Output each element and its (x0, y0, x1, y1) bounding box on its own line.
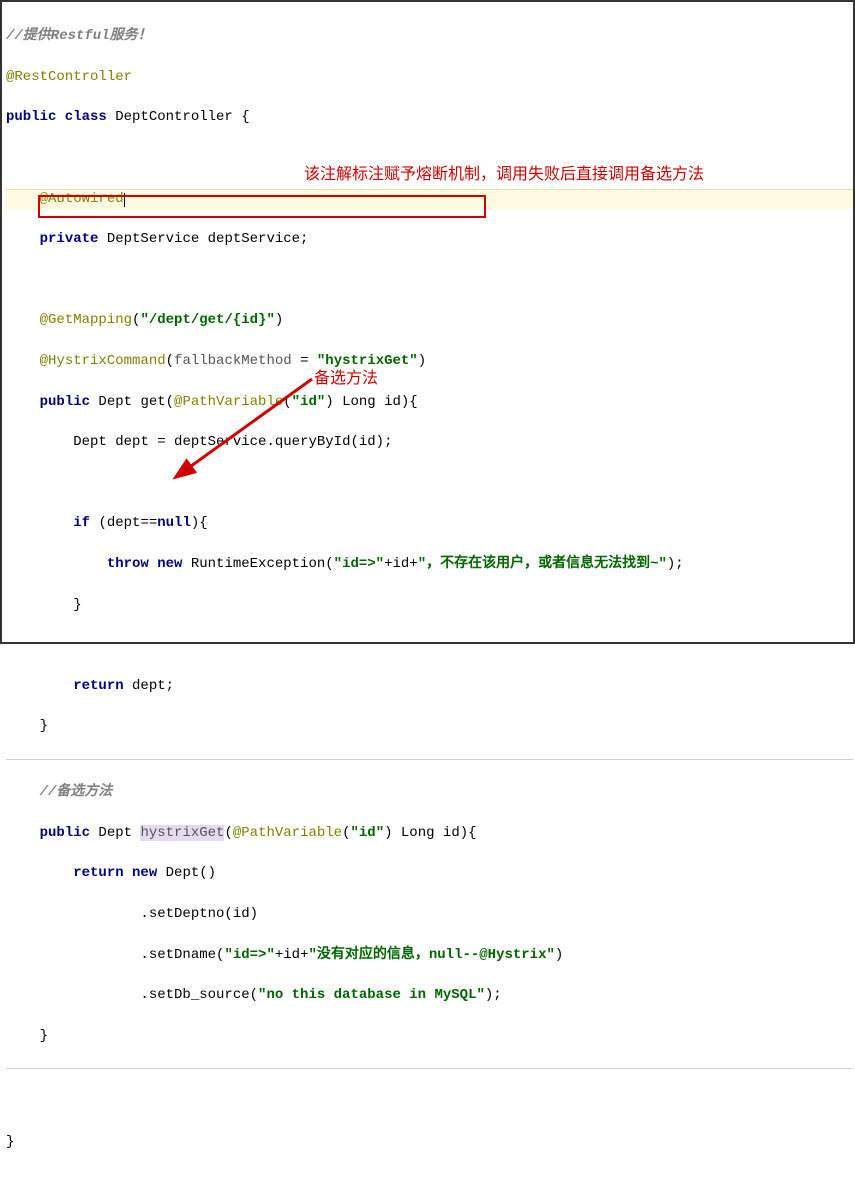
method-name-hystrixget: hystrixGet (140, 825, 224, 841)
code-line: Dept dept = deptService.queryById(id); (6, 432, 853, 452)
code-line: return dept; (6, 676, 853, 696)
code-editor[interactable]: //提供Restful服务！ @RestController public cl… (2, 2, 853, 1177)
code-line (6, 473, 853, 493)
method-separator (6, 759, 853, 760)
comment: //备选方法 (40, 784, 113, 800)
method-separator (6, 1068, 853, 1069)
code-line (6, 270, 853, 290)
code-line: .setDb_source("no this database in MySQL… (6, 985, 853, 1005)
code-line: @HystrixCommand(fallbackMethod = "hystri… (6, 351, 853, 371)
highlighted-line: @Autowired (6, 189, 853, 209)
code-line: private DeptService deptService; (6, 229, 853, 249)
code-line: } (6, 1132, 853, 1152)
code-line: @RestController (6, 67, 853, 87)
text-cursor (124, 193, 125, 207)
annotation-getmapping: @GetMapping (40, 312, 132, 328)
code-line (6, 1092, 853, 1112)
code-line: return new Dept() (6, 863, 853, 883)
code-line: public class DeptController { (6, 107, 853, 127)
annotation-restcontroller: @RestController (6, 69, 132, 85)
code-line: } (6, 595, 853, 615)
code-line (6, 148, 853, 168)
code-line: .setDname("id=>"+id+"没有对应的信息，null--@Hyst… (6, 945, 853, 965)
code-line (6, 635, 853, 655)
code-line: .setDeptno(id) (6, 904, 853, 924)
annotation-autowired: @Autowired (40, 191, 124, 207)
code-line: public Dept get(@PathVariable("id") Long… (6, 392, 853, 412)
annotation-hystrixcommand: @HystrixCommand (40, 353, 166, 369)
code-line: public Dept hystrixGet(@PathVariable("id… (6, 823, 853, 843)
comment: //提供Restful服务！ (6, 28, 152, 44)
code-line: if (dept==null){ (6, 513, 853, 533)
code-line: //提供Restful服务！ (6, 26, 853, 46)
code-line: throw new RuntimeException("id=>"+id+"，不… (6, 554, 853, 574)
code-line: } (6, 1026, 853, 1046)
code-line: @GetMapping("/dept/get/{id}") (6, 310, 853, 330)
code-line: } (6, 716, 853, 736)
code-line: //备选方法 (6, 782, 853, 802)
